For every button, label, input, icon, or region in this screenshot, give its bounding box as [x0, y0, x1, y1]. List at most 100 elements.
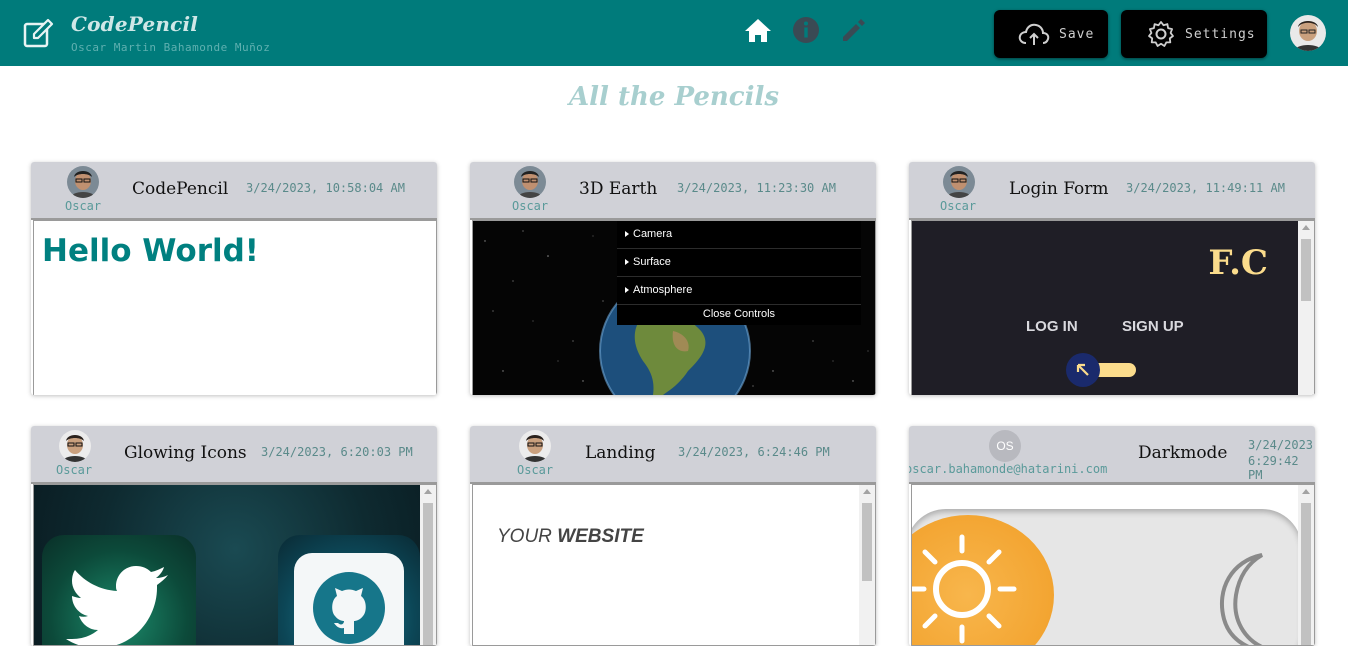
pencil-icon[interactable]: [840, 16, 868, 44]
author-name: Oscar: [56, 463, 93, 477]
avatar-image: [943, 166, 975, 198]
control-folder-camera[interactable]: Camera: [617, 221, 861, 249]
app-title: CodePencil: [71, 12, 199, 36]
card-preview[interactable]: [33, 484, 437, 646]
github-tile[interactable]: [278, 535, 420, 645]
card-date: 3/24/2023, 11:49:11 AM: [1126, 181, 1285, 195]
card-date: 3/24/2023, 11:23:30 AM: [677, 181, 836, 195]
card-header: Oscar Landing 3/24/2023, 6:24:46 PM: [470, 426, 876, 484]
caret-right-icon: [625, 231, 629, 237]
control-folder-surface[interactable]: Surface: [617, 249, 861, 277]
card-preview[interactable]: Hello World!: [33, 220, 437, 395]
home-icon[interactable]: [744, 16, 772, 44]
twitter-tile[interactable]: [42, 535, 196, 645]
scroll-up-arrow-icon[interactable]: [1302, 225, 1310, 230]
card-date-line2: 6:29:42 PM: [1248, 454, 1299, 482]
sun-icon: [912, 534, 1017, 644]
edit-square-icon[interactable]: [22, 18, 54, 50]
scrollbar[interactable]: [420, 485, 436, 645]
scrollbar-thumb[interactable]: [862, 503, 872, 581]
control-label: Atmosphere: [633, 284, 693, 296]
twitter-bird-icon: [66, 566, 168, 645]
moon-icon: [1220, 553, 1264, 645]
card-date: 3/24/2023, 6:24:46 PM: [678, 445, 830, 459]
card-header: Oscar Glowing Icons 3/24/2023, 6:20:03 P…: [31, 426, 437, 484]
caret-right-icon: [625, 259, 629, 265]
scroll-up-arrow-icon[interactable]: [1302, 489, 1310, 494]
card-date-line1: 3/24/2023,: [1248, 438, 1315, 452]
card-preview[interactable]: [911, 484, 1315, 646]
arrow-up-left-icon: [1076, 363, 1089, 376]
control-label: Surface: [633, 256, 671, 268]
pencil-card[interactable]: Oscar 3D Earth 3/24/2023, 11:23:30 AM Ca…: [470, 162, 876, 395]
scrollbar-thumb[interactable]: [423, 503, 433, 645]
card-preview[interactable]: Camera Surface Atmosphere Close Controls: [472, 220, 876, 395]
card-header: Oscar 3D Earth 3/24/2023, 11:23:30 AM: [470, 162, 876, 220]
scrollbar-thumb[interactable]: [1301, 503, 1311, 645]
scrollbar[interactable]: [1298, 485, 1314, 645]
save-label: Save: [1059, 26, 1095, 42]
login-tab[interactable]: LOG IN: [1026, 318, 1078, 335]
page-title: All the Pencils: [568, 82, 779, 112]
landing-headline: YOUR WEBSITE: [497, 526, 644, 548]
pencil-card[interactable]: OS oscar.bahamonde@hatarini.com Darkmode…: [909, 426, 1315, 646]
caret-right-icon: [625, 287, 629, 293]
author-avatar: [519, 430, 551, 462]
scroll-up-arrow-icon[interactable]: [863, 489, 871, 494]
close-controls-button[interactable]: Close Controls: [617, 305, 861, 325]
preview-heading: Hello World!: [42, 233, 259, 269]
card-title[interactable]: Glowing Icons: [124, 443, 247, 463]
author-name: Oscar: [512, 199, 549, 213]
settings-button[interactable]: Settings: [1121, 10, 1267, 58]
scrollbar-thumb[interactable]: [1301, 239, 1311, 301]
scroll-up-arrow-icon[interactable]: [424, 489, 432, 494]
toggle-switch-knob[interactable]: [1066, 353, 1100, 387]
avatar-image: [67, 166, 99, 198]
top-bar: CodePencil Oscar Martin Bahamonde Muñoz …: [0, 0, 1348, 66]
author-name: oscar.bahamonde@hatarini.com: [909, 462, 1108, 476]
card-title[interactable]: CodePencil: [132, 179, 228, 199]
user-name: Oscar Martin Bahamonde Muñoz: [71, 41, 271, 54]
card-title[interactable]: Landing: [585, 443, 656, 463]
gear-icon: [1148, 21, 1174, 47]
card-header: Oscar Login Form 3/24/2023, 11:49:11 AM: [909, 162, 1315, 220]
author-name: Oscar: [65, 199, 102, 213]
cloud-upload-icon: [1018, 23, 1050, 45]
scrollbar[interactable]: [1298, 221, 1314, 395]
avatar-image: [1290, 15, 1326, 51]
info-icon[interactable]: [792, 16, 820, 44]
card-title[interactable]: Login Form: [1009, 179, 1109, 199]
github-icon: [313, 572, 385, 644]
author-avatar: [514, 166, 546, 198]
headline-part: YOUR: [497, 526, 558, 547]
control-label: Camera: [633, 228, 673, 240]
avatar-image: [519, 430, 551, 462]
save-button[interactable]: Save: [994, 10, 1108, 58]
card-preview[interactable]: YOUR WEBSITE: [472, 484, 876, 646]
pencil-card[interactable]: Oscar Glowing Icons 3/24/2023, 6:20:03 P…: [31, 426, 437, 646]
card-header: OS oscar.bahamonde@hatarini.com Darkmode…: [909, 426, 1315, 484]
headline-bold: WEBSITE: [557, 526, 644, 547]
card-title[interactable]: 3D Earth: [579, 179, 657, 199]
pencil-card[interactable]: Oscar Landing 3/24/2023, 6:24:46 PM YOUR…: [470, 426, 876, 646]
author-name: Oscar: [940, 199, 977, 213]
avatar-image: [59, 430, 91, 462]
author-avatar: [59, 430, 91, 462]
avatar-image: [514, 166, 546, 198]
pencil-card[interactable]: Oscar CodePencil 3/24/2023, 10:58:04 AM …: [31, 162, 437, 395]
settings-label: Settings: [1185, 26, 1256, 42]
card-date: 3/24/2023, 10:58:04 AM: [246, 181, 405, 195]
author-avatar: [943, 166, 975, 198]
author-name: Oscar: [517, 463, 554, 477]
card-header: Oscar CodePencil 3/24/2023, 10:58:04 AM: [31, 162, 437, 220]
card-title[interactable]: Darkmode: [1138, 443, 1228, 463]
scrollbar[interactable]: [859, 485, 875, 645]
github-icon-bg: [294, 553, 404, 645]
signup-tab[interactable]: SIGN UP: [1122, 318, 1184, 335]
brand-logo-text: F.C: [1208, 243, 1268, 283]
user-avatar[interactable]: [1290, 15, 1326, 51]
control-folder-atmosphere[interactable]: Atmosphere: [617, 277, 861, 305]
author-avatar: [67, 166, 99, 198]
card-preview[interactable]: F.C LOG IN SIGN UP: [911, 220, 1315, 395]
pencil-card[interactable]: Oscar Login Form 3/24/2023, 11:49:11 AM …: [909, 162, 1315, 395]
